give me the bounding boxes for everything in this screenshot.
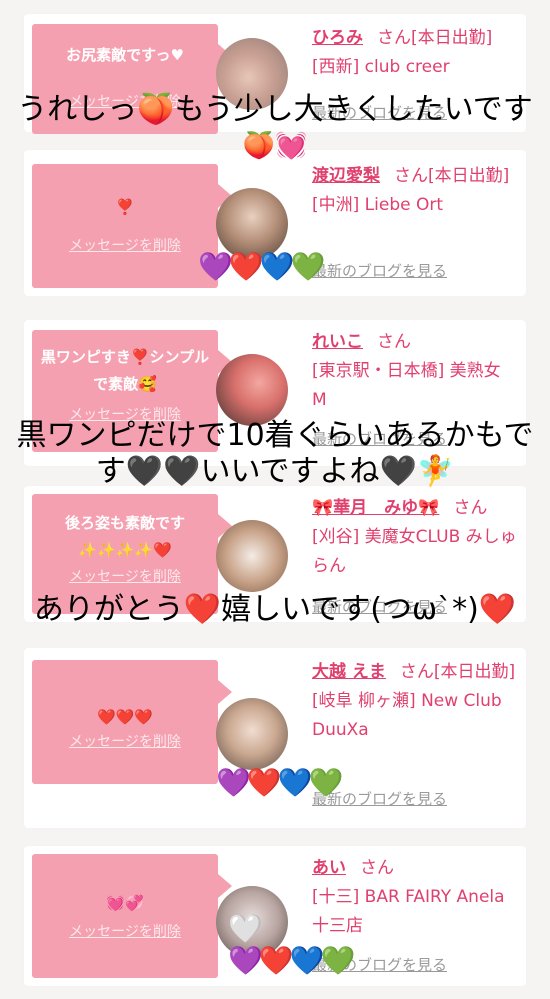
- profile-status: さん: [360, 858, 394, 878]
- message-text: ❣️: [115, 198, 135, 216]
- overlay-text-1: うれしっ🍑もう少し大きくしたいです 🍑💓: [0, 92, 550, 164]
- delete-message-link[interactable]: メッセージを削除: [38, 921, 212, 941]
- profile-name-link[interactable]: ひろみ: [312, 28, 363, 48]
- profile-status: さん: [453, 498, 488, 518]
- avatar[interactable]: [216, 520, 288, 592]
- overlay-line: ありがとう❤️嬉しいです(つω`*)❤️: [33, 592, 517, 627]
- shop-name[interactable]: [刈谷] 美魔女CLUB みしゅらん: [312, 527, 517, 576]
- profile-status: さん[本日出勤]: [399, 662, 516, 682]
- blog-link[interactable]: 最新のブログを見る: [312, 260, 447, 281]
- profile-info: れいこ さん [東京駅・日本橋] 美熟女 M: [312, 328, 520, 415]
- overlay-line: 🍑💓: [242, 131, 308, 161]
- shop-name[interactable]: [西新] club creer: [312, 57, 450, 77]
- shop-name[interactable]: [中洲] Liebe Ort: [312, 195, 443, 215]
- shop-name[interactable]: [東京駅・日本橋] 美熟女 M: [312, 361, 501, 410]
- delete-message-link[interactable]: メッセージを削除: [38, 235, 212, 255]
- overlay-line: 黒ワンピだけで10着ぐらいあるかもで: [16, 418, 534, 453]
- avatar[interactable]: [216, 354, 288, 426]
- overlay-text-3: ありがとう❤️嬉しいです(つω`*)❤️: [0, 592, 550, 628]
- profile-info: 渡辺愛梨 さん[本日出勤] [中洲] Liebe Ort: [312, 162, 520, 220]
- overlay-line: す🖤🖤いいですよね🖤🧚: [95, 454, 455, 489]
- profile-name-link[interactable]: あい: [312, 858, 346, 878]
- message-bubble: ❣️ メッセージを削除: [32, 164, 232, 288]
- profile-info: 大越 えま さん[本日出勤] [岐阜 柳ヶ瀬] New Club DuuXa: [312, 658, 520, 745]
- profile-info: 🎀華月 みゆ🎀 さん [刈谷] 美魔女CLUB みしゅらん: [312, 494, 520, 581]
- profile-info: あい さん [十三] BAR FAIRY Anela 十三店: [312, 854, 520, 941]
- heart-stickers: 💜❤️💙💚: [216, 766, 343, 799]
- message-text: ❤️❤️❤️: [96, 708, 154, 726]
- profile-status: さん[本日出勤]: [394, 166, 510, 186]
- message-text: お尻素敵ですっ♥: [66, 46, 184, 64]
- white-heart-sticker: 🤍: [228, 912, 263, 945]
- message-bubble: 💓💞 メッセージを削除: [32, 854, 232, 978]
- overlay-line: うれしっ🍑もう少し大きくしたいです: [17, 92, 533, 127]
- message-bubble: ❤️❤️❤️ メッセージを削除: [32, 660, 232, 784]
- message-text: 黒ワンピすき❣️シンプルで素敵🥰: [40, 348, 210, 393]
- shop-name[interactable]: [岐阜 柳ヶ瀬] New Club DuuXa: [312, 691, 502, 740]
- profile-status: さん: [377, 332, 411, 352]
- avatar[interactable]: [216, 698, 288, 770]
- profile-name-link[interactable]: 渡辺愛梨: [312, 166, 380, 186]
- heart-stickers: 💜❤️💙💚: [228, 944, 355, 977]
- profile-name-link[interactable]: 🎀華月 みゆ🎀: [312, 498, 439, 518]
- delete-message-link[interactable]: メッセージを削除: [38, 566, 212, 586]
- heart-stickers: 💜❤️💙💚: [198, 250, 325, 283]
- profile-name-link[interactable]: 大越 えま: [312, 662, 386, 682]
- profile-name-link[interactable]: れいこ: [312, 332, 363, 352]
- message-text: 💓💞: [106, 894, 144, 912]
- message-text: 後ろ姿も素敵です✨✨✨✨❤️: [64, 514, 185, 559]
- delete-message-link[interactable]: メッセージを削除: [38, 731, 212, 751]
- card-okoshi-ema: ❤️❤️❤️ メッセージを削除 大越 えま さん[本日出勤] [岐阜 柳ヶ瀬] N…: [24, 648, 526, 828]
- shop-name[interactable]: [十三] BAR FAIRY Anela 十三店: [312, 887, 505, 936]
- overlay-text-2: 黒ワンピだけで10着ぐらいあるかもで す🖤🖤いいですよね🖤🧚: [0, 418, 550, 490]
- profile-info: ひろみ さん[本日出勤] [西新] club creer: [312, 24, 520, 82]
- profile-status: さん[本日出勤]: [377, 28, 493, 48]
